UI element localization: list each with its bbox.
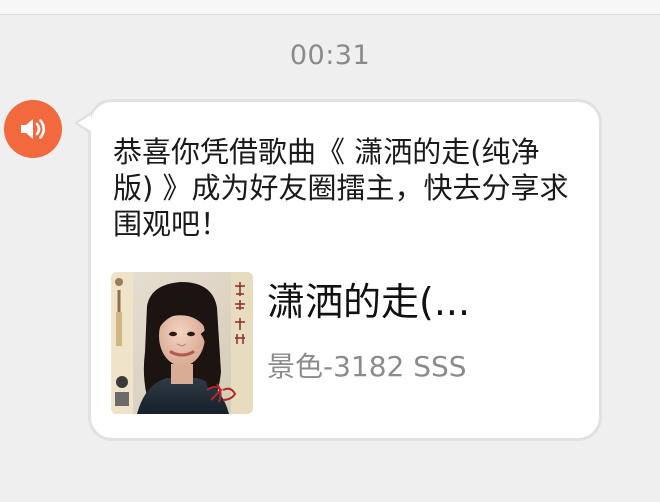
speaker-icon	[21, 119, 46, 139]
song-card[interactable]: 潇洒的走(... 景色-3182 SSS	[111, 272, 571, 414]
top-divider	[0, 0, 660, 15]
song-subtitle: 景色-3182 SSS	[267, 350, 467, 383]
album-cover[interactable]	[111, 272, 253, 414]
message-bubble[interactable]: 恭喜你凭借歌曲《 潇洒的走(纯净版) 》成为好友圈擂主，快去分享求围观吧！ 潇洒…	[88, 99, 602, 441]
song-title: 潇洒的走(...	[267, 280, 471, 324]
avatar[interactable]	[4, 100, 62, 158]
message-timestamp: 00:31	[289, 40, 371, 71]
bubble-tail-inner	[78, 115, 91, 131]
message-text: 恭喜你凭借歌曲《 潇洒的走(纯净版) 》成为好友圈擂主，快去分享求围观吧！	[113, 135, 569, 241]
